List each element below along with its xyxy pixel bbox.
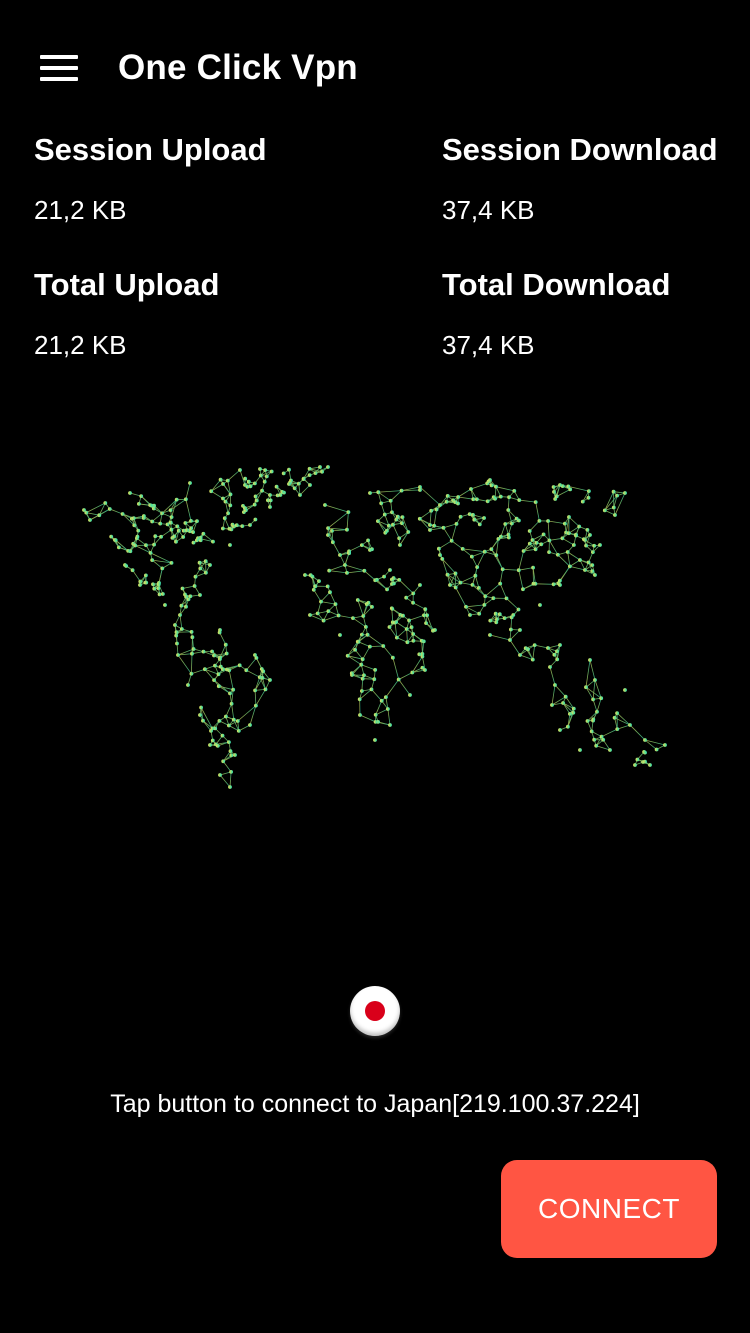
total-upload-label: Total Upload bbox=[34, 267, 220, 302]
toolbar: One Click Vpn bbox=[0, 0, 750, 140]
total-upload-stat: Total Upload 21,2 KB bbox=[34, 267, 219, 361]
connect-button[interactable]: CONNECT bbox=[501, 1160, 717, 1258]
app-title: One Click Vpn bbox=[118, 48, 358, 87]
hamburger-menu-icon[interactable] bbox=[30, 44, 86, 92]
world-network-map bbox=[70, 455, 680, 795]
total-download-value: 37,4 KB bbox=[442, 330, 535, 360]
session-upload-stat: Session Upload 21,2 KB bbox=[34, 132, 267, 226]
japan-flag-icon[interactable] bbox=[350, 986, 400, 1036]
total-upload-value: 21,2 KB bbox=[34, 330, 127, 360]
total-download-label: Total Download bbox=[442, 267, 671, 302]
session-download-stat: Session Download 37,4 KB bbox=[442, 132, 718, 226]
world-map-graphic bbox=[82, 465, 667, 789]
session-upload-value: 21,2 KB bbox=[34, 195, 127, 225]
total-download-stat: Total Download 37,4 KB bbox=[442, 267, 670, 361]
session-upload-label: Session Upload bbox=[34, 132, 267, 167]
session-download-value: 37,4 KB bbox=[442, 195, 535, 225]
session-download-label: Session Download bbox=[442, 132, 718, 167]
connection-status-text: Tap button to connect to Japan[219.100.3… bbox=[110, 1090, 640, 1118]
vpn-main-screen: One Click Vpn Session Upload 21,2 KB Ses… bbox=[0, 0, 750, 1333]
flag-red-disc bbox=[365, 1001, 385, 1021]
